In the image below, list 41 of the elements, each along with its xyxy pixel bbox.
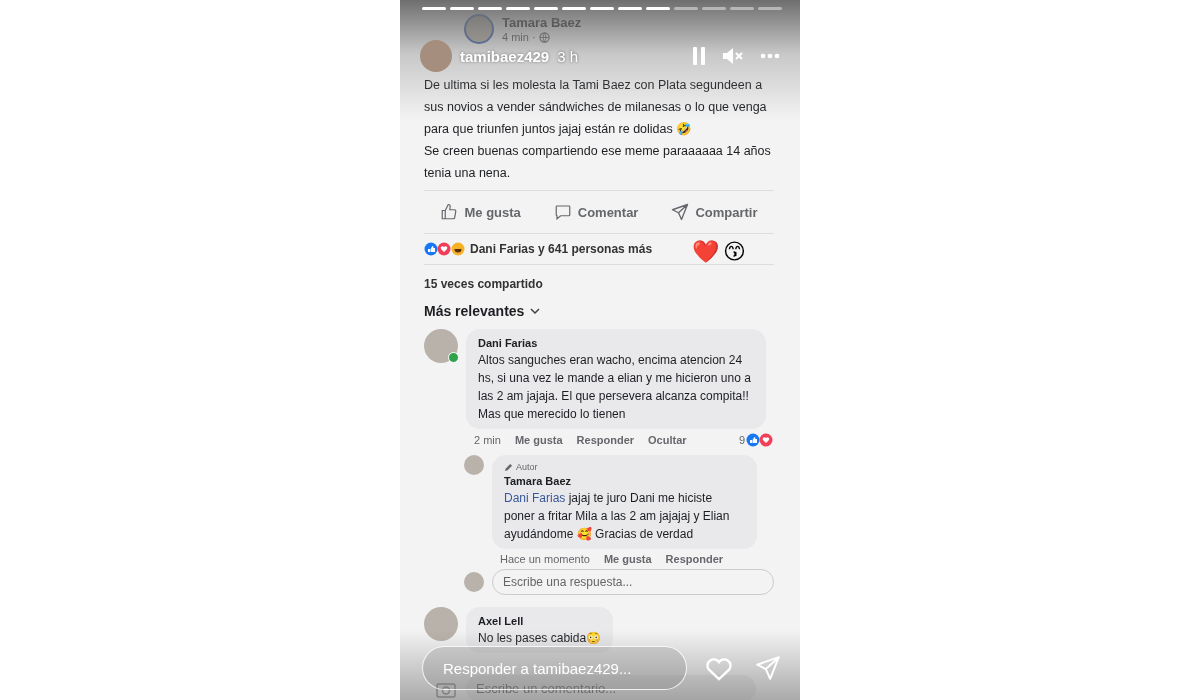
paper-plane-icon bbox=[671, 203, 690, 221]
comment-action[interactable]: Responder bbox=[576, 434, 635, 446]
comment-action[interactable]: Responder bbox=[665, 553, 724, 565]
author-label: Autor bbox=[516, 461, 538, 473]
reaction-icons bbox=[424, 242, 466, 256]
paper-plane-icon bbox=[755, 655, 781, 681]
avatar bbox=[464, 455, 484, 475]
post-time: 4 min · bbox=[502, 31, 536, 43]
thumbs-up-icon bbox=[440, 203, 459, 221]
sticker-emoji-text: ❤ bbox=[692, 238, 719, 266]
comment-action[interactable]: Hace un momento bbox=[500, 553, 590, 565]
comment-action[interactable]: Me gusta bbox=[514, 434, 563, 446]
post-action-button[interactable]: Comentar bbox=[549, 199, 643, 225]
comment-action[interactable]: Me gusta bbox=[603, 553, 652, 565]
pencil-icon bbox=[504, 462, 513, 472]
post-action-button[interactable]: Me gusta bbox=[436, 199, 525, 225]
comment-text: Altos sanguches eran wacho, encima atencion 24 hs, si una vez le mande a elian y me hicieron uno a las 2 am jajaja. El que persevera alcanza compita!! Mas que merecido lo tienen bbox=[478, 352, 752, 423]
reactions-summary[interactable]: Dani Farias y 641 personas más bbox=[470, 242, 653, 256]
avatar[interactable] bbox=[420, 40, 452, 72]
reaction-count: 9 bbox=[738, 434, 745, 446]
share-count[interactable]: 15 veces compartido bbox=[424, 277, 774, 291]
speech-bubble-icon bbox=[553, 203, 572, 221]
comment-author[interactable]: Tamara Baez bbox=[504, 473, 745, 489]
comment-author[interactable]: Axel Lell bbox=[478, 613, 602, 629]
chevron-down-icon bbox=[530, 308, 541, 314]
globe-icon bbox=[538, 31, 550, 43]
avatar bbox=[464, 14, 494, 44]
sticker-emoji-text: 😙 bbox=[723, 238, 746, 266]
sort-dropdown[interactable]: Más relevantes bbox=[424, 303, 541, 319]
comment-action[interactable]: Ocultar bbox=[648, 434, 687, 446]
post-author: Tamara Baez bbox=[502, 15, 582, 31]
comment-action[interactable]: 2 min bbox=[474, 434, 501, 446]
post-action-button[interactable]: Compartir bbox=[667, 199, 762, 225]
reply-input-field[interactable]: Escribe una respuesta... bbox=[492, 569, 774, 595]
mention-link[interactable]: Dani Farias bbox=[504, 491, 566, 505]
avatar bbox=[464, 572, 484, 592]
comment-text: Dani Farias jajaj te juro Dani me hiciste poner a fritar Mila a las 2 am jajajaj y Elian ayudándome 🥰 Gracias de verdad bbox=[504, 490, 731, 543]
comment-author[interactable]: Dani Farias bbox=[478, 335, 754, 351]
post-text: De ultima si les molesta la Tami Baez con Plata segundeen a sus novios a vender sándwiches de milanesas o lo que venga para que triunfen juntos jajaj están re dolidas 🤣 Se creen buenas compartiendo ese meme paraaaaaa 14 años tenia una nena. bbox=[424, 77, 772, 182]
reaction-icons bbox=[746, 433, 774, 447]
comment-text: No les pases cabida😳 bbox=[478, 630, 602, 647]
